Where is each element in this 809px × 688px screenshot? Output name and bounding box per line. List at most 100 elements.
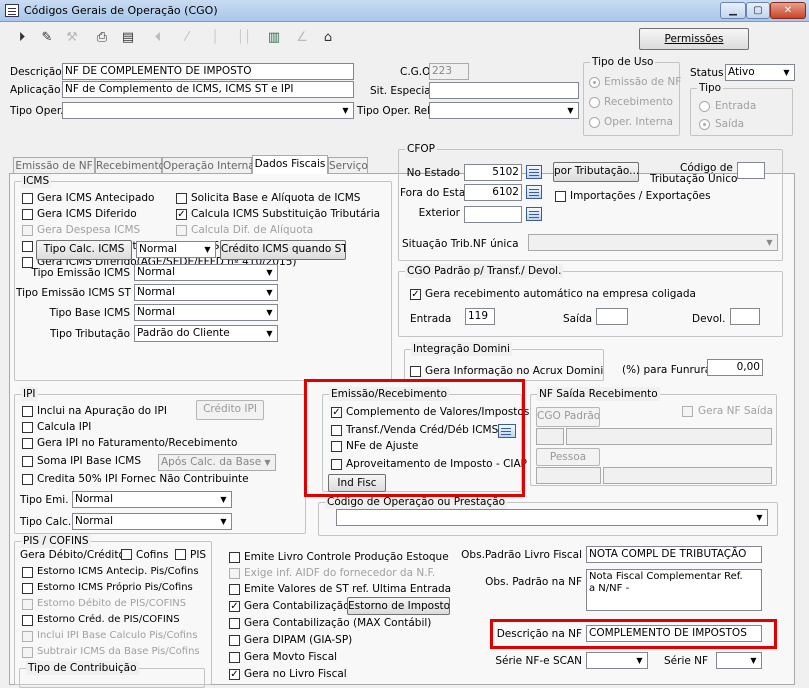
tab-operacao-interna[interactable]: Operação Interna <box>162 157 255 174</box>
gera-icms-antecipado-checkbox[interactable] <box>22 193 33 204</box>
gera-despesa-icms-checkbox[interactable] <box>22 225 33 236</box>
gera-livro-fiscal-checkbox[interactable]: ✓ <box>229 669 240 680</box>
tipo-emissao-icms-st-select[interactable]: Normal ▼ <box>134 284 278 301</box>
prev-icon[interactable]: ⏴ <box>146 26 170 50</box>
import-export-checkbox[interactable] <box>555 191 566 202</box>
cgo-field[interactable]: 223 <box>429 63 469 80</box>
close-button[interactable]: ✕ <box>770 2 806 19</box>
oper-interna-radio[interactable] <box>589 117 600 128</box>
cod-operacao-select[interactable]: ▼ <box>336 509 768 526</box>
edit-icon[interactable]: ✎ <box>35 26 59 50</box>
pessoa-desc-field[interactable] <box>603 467 772 484</box>
saida-field[interactable] <box>596 308 628 325</box>
aplicacao-field[interactable]: NF de Complemento de ICMS, ICMS ST e IPI <box>62 81 354 98</box>
permissoes-button[interactable]: Permissões <box>639 28 749 50</box>
first-record-icon[interactable]: ⏵ <box>10 26 34 50</box>
transf-venda-checkbox[interactable] <box>331 425 342 436</box>
tipo-oper-select[interactable]: ▼ <box>62 102 354 119</box>
picker-icon[interactable] <box>526 207 542 221</box>
gera-receb-checkbox[interactable]: ✓ <box>410 289 421 300</box>
tab-emissao-nf[interactable]: Emissão de NF <box>13 157 95 174</box>
credito-icms-st-button[interactable]: Crédito ICMS quando ST <box>220 240 346 260</box>
estorno-cred-pis-checkbox[interactable] <box>22 615 33 626</box>
obs-nf-textarea[interactable]: Nota Fiscal Complementar Ref. a N/NF - <box>586 569 762 611</box>
emissao-nf-radio[interactable] <box>589 77 600 88</box>
tipo-oper-rel-select[interactable]: ▼ <box>429 102 579 119</box>
gera-contab-max-checkbox[interactable] <box>229 618 240 629</box>
obs-livro-field[interactable]: NOTA COMPL DE TRIBUTAÇÃO <box>586 546 762 563</box>
gera-nf-saida-checkbox[interactable] <box>682 406 693 417</box>
descricao-nf-field[interactable]: COMPLEMENTO DE IMPOSTOS <box>586 625 762 642</box>
emite-livro-controle-checkbox[interactable] <box>229 552 240 563</box>
soma-ipi-base-checkbox[interactable] <box>22 456 33 467</box>
cgo-padrao-code-field[interactable] <box>536 428 564 445</box>
tipo-emissao-icms-select[interactable]: Normal ▼ <box>134 264 278 281</box>
picker-icon[interactable] <box>526 185 542 199</box>
estorno-debito-pis-checkbox[interactable] <box>22 599 33 610</box>
calcula-ipi-checkbox[interactable] <box>22 422 33 433</box>
sit-especial-field[interactable] <box>429 82 579 99</box>
credita-50-ipi-checkbox[interactable] <box>22 474 33 485</box>
gera-contabilizacao-checkbox[interactable]: ✓ <box>229 601 240 612</box>
funrural-field[interactable]: 0,00 <box>707 359 763 376</box>
saida-radio[interactable] <box>699 119 710 130</box>
cofins-checkbox[interactable] <box>121 549 132 560</box>
pis-checkbox[interactable] <box>175 549 186 560</box>
tipo-calc-icms-select[interactable]: Normal ▼ <box>136 241 216 258</box>
tab-servico[interactable]: Serviço <box>328 157 368 174</box>
solicita-base-checkbox[interactable] <box>176 193 187 204</box>
tipo-calc-icms-button[interactable]: Tipo Calc. ICMS <box>36 240 132 260</box>
ind-fisc-button[interactable]: Ind Fisc <box>328 474 386 492</box>
fora-estado-field[interactable]: 6102 <box>464 184 522 201</box>
pessoa-code-field[interactable] <box>536 467 601 484</box>
por-tributacao-button[interactable]: por Tributação... <box>553 162 639 182</box>
export-icon[interactable]: ▤ <box>116 26 140 50</box>
tab-dados-fiscais[interactable]: Dados Fiscais <box>252 155 328 174</box>
tab-recebimento[interactable]: Recebimento <box>95 157 165 174</box>
tools-icon[interactable]: ⚒ <box>60 26 84 50</box>
tipo-base-icms-select[interactable]: Normal ▼ <box>134 304 278 321</box>
estorno-impostos-button[interactable]: Estorno de Impostos <box>347 597 450 615</box>
gera-ressarcimento-checkbox[interactable] <box>22 241 33 252</box>
cod-trib-unico-field[interactable] <box>737 162 765 179</box>
calcula-icms-st-checkbox[interactable]: ✓ <box>176 209 187 220</box>
no-estado-field[interactable]: 5102 <box>464 164 522 181</box>
gera-info-domini-checkbox[interactable] <box>410 366 421 377</box>
cgo-padrao-button[interactable]: CGO Padrão <box>536 407 600 427</box>
inclui-ipi-base-checkbox[interactable] <box>22 631 33 642</box>
exterior-field[interactable] <box>464 206 522 223</box>
chart-icon[interactable]: ∠ <box>290 26 314 50</box>
tipo-calc-ipi-select[interactable]: Normal ▼ <box>72 513 232 530</box>
descricao-field[interactable]: NF DE COMPLEMENTO DE IMPOSTO <box>62 63 354 80</box>
print-icon[interactable]: ⎙ <box>90 26 114 50</box>
gera-dipam-checkbox[interactable] <box>229 635 240 646</box>
calcula-dif-aliquota-checkbox[interactable] <box>176 225 187 236</box>
nfe-ajuste-checkbox[interactable] <box>331 441 342 452</box>
sit-trib-select[interactable]: ▼ <box>528 234 778 251</box>
status-select[interactable]: Ativo ▼ <box>725 64 795 81</box>
serie-scan-select[interactable]: ▼ <box>586 652 648 669</box>
complemento-valores-checkbox[interactable]: ✓ <box>331 407 342 418</box>
list-icon[interactable]: ⏐⏐ <box>232 26 256 50</box>
report-icon[interactable]: ⌂ <box>316 26 340 50</box>
entrada-radio[interactable] <box>699 101 710 112</box>
exige-aidf-checkbox[interactable] <box>229 568 240 579</box>
credito-ipi-button[interactable]: Crédito IPI <box>196 400 264 420</box>
gera-movto-fiscal-checkbox[interactable] <box>229 652 240 663</box>
tipo-emi-select[interactable]: Normal ▼ <box>72 491 232 508</box>
maximize-button[interactable]: ▢ <box>746 2 770 19</box>
bar-icon[interactable]: ⏐ <box>203 26 227 50</box>
mark-icon[interactable]: ⁄ <box>175 26 199 50</box>
cgo-padrao-desc-field[interactable] <box>566 428 772 445</box>
picker-icon[interactable] <box>526 165 542 179</box>
devol-field[interactable] <box>730 308 760 325</box>
subtrair-icms-checkbox[interactable] <box>22 647 33 658</box>
tipo-tributacao-select[interactable]: Padrão do Cliente ▼ <box>134 325 278 342</box>
estorno-icms-antecip-checkbox[interactable] <box>22 567 33 578</box>
apos-calc-select[interactable]: Após Calc. da Base ▼ <box>158 454 276 471</box>
emite-valores-st-checkbox[interactable] <box>229 584 240 595</box>
serie-nf-select[interactable]: ▼ <box>716 652 762 669</box>
transf-picker-icon[interactable] <box>498 424 516 438</box>
grid-icon[interactable]: ▥ <box>262 26 286 50</box>
gera-ipi-fat-checkbox[interactable] <box>22 438 33 449</box>
